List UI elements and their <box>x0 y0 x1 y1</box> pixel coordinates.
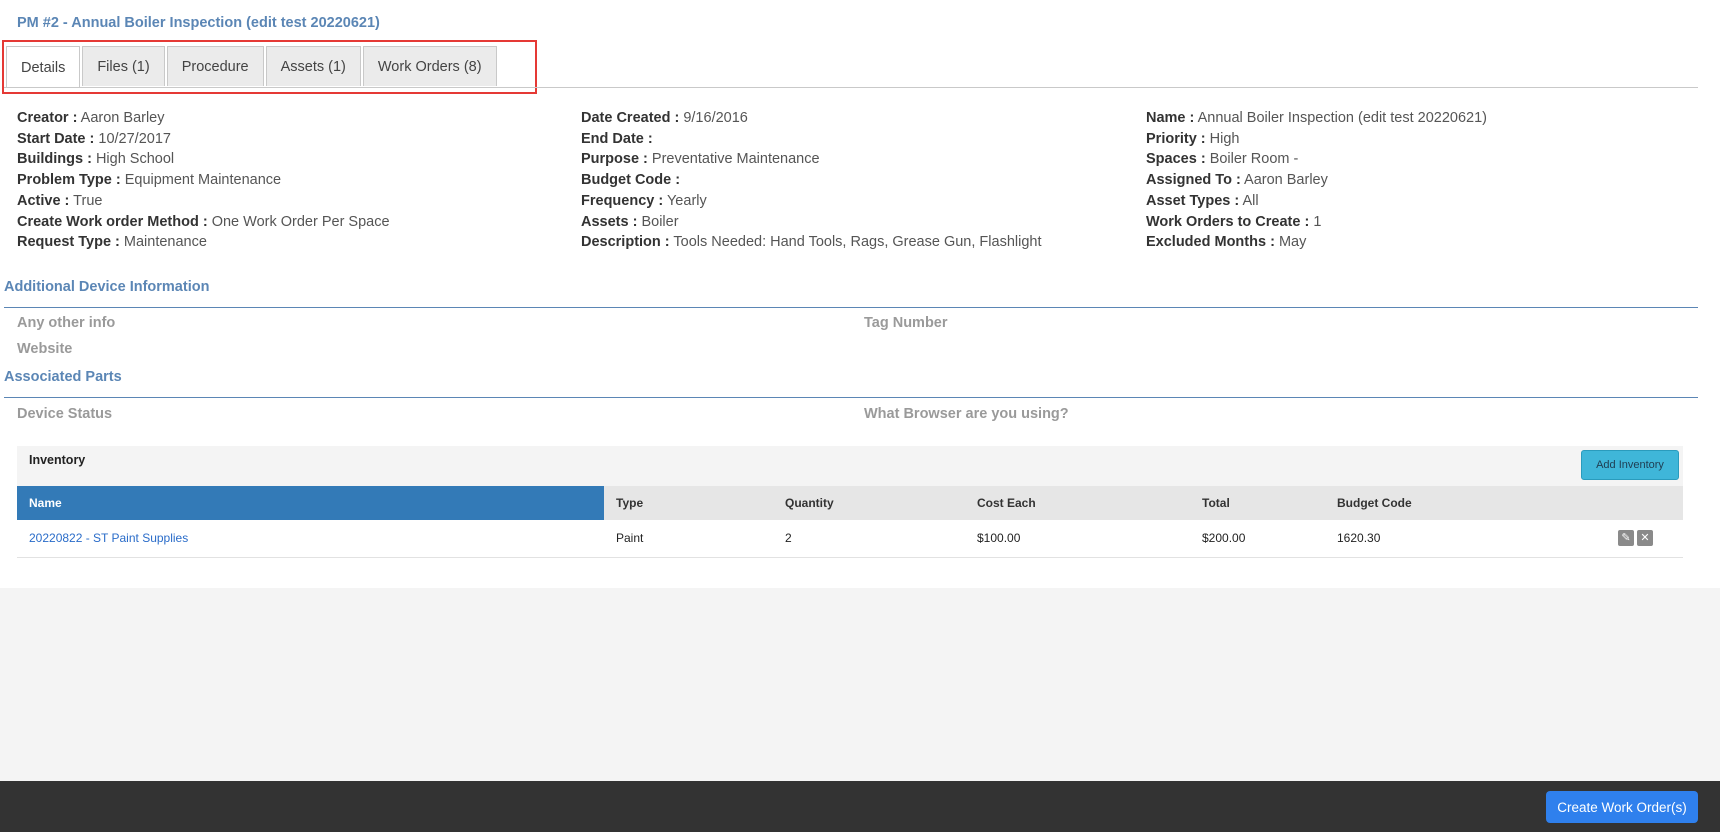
tab-assets[interactable]: Assets (1) <box>265 46 361 86</box>
tag-number-label: Tag Number <box>864 315 948 331</box>
details-column-1: Creator : Aaron Barley Start Date : 10/2… <box>17 108 390 253</box>
detail-start-date: Start Date : 10/27/2017 <box>17 130 171 147</box>
detail-priority: Priority : High <box>1146 130 1240 147</box>
detail-budget-code: Budget Code : <box>581 172 681 189</box>
inventory-title: Inventory <box>29 453 86 467</box>
pencil-icon[interactable]: ✎ <box>1618 530 1634 547</box>
column-header-quantity[interactable]: Quantity <box>773 486 965 520</box>
detail-end-date: End Date : <box>581 130 653 147</box>
detail-active: Active : True <box>17 192 103 209</box>
detail-date-created: Date Created : 9/16/2016 <box>581 110 748 126</box>
detail-assets: Assets : Boiler <box>581 213 679 230</box>
tab-details[interactable]: Details <box>6 46 81 88</box>
column-header-cost-each[interactable]: Cost Each <box>965 486 1190 520</box>
column-header-total[interactable]: Total <box>1190 486 1325 520</box>
inventory-table: Name Type Quantity Cost Each Total Budge… <box>17 486 1683 558</box>
tab-work-orders[interactable]: Work Orders (8) <box>362 46 497 86</box>
table-row: 20220822 - ST Paint Supplies Paint 2 $10… <box>17 520 1683 558</box>
detail-problem-type: Problem Type : Equipment Maintenance <box>17 172 282 189</box>
cell-cost-each: $100.00 <box>965 520 1190 558</box>
pm-detail-page: PM #2 - Annual Boiler Inspection (edit t… <box>0 0 1720 588</box>
tab-bar: Details Files (1) Procedure Assets (1) W… <box>6 46 499 88</box>
create-work-orders-button[interactable]: Create Work Order(s) <box>1546 791 1698 823</box>
detail-description: Description : Tools Needed: Hand Tools, … <box>581 234 1042 251</box>
associated-parts-heading: Associated Parts <box>4 369 122 385</box>
cell-actions: ✎ ✕ <box>1595 520 1683 558</box>
column-header-budget-code[interactable]: Budget Code <box>1325 486 1595 520</box>
additional-device-info-heading: Additional Device Information <box>4 279 210 295</box>
footer-bar: Create Work Order(s) <box>0 781 1720 832</box>
device-status-label: Device Status <box>17 406 113 422</box>
cell-name: 20220822 - ST Paint Supplies <box>17 520 604 558</box>
inventory-header-row: Name Type Quantity Cost Each Total Budge… <box>17 486 1683 520</box>
detail-name: Name : Annual Boiler Inspection (edit te… <box>1146 110 1487 126</box>
detail-assigned-to: Assigned To : Aaron Barley <box>1146 172 1328 189</box>
add-inventory-button[interactable]: Add Inventory <box>1581 450 1679 480</box>
cell-budget-code: 1620.30 <box>1325 520 1595 558</box>
page-title: PM #2 - Annual Boiler Inspection (edit t… <box>17 15 380 31</box>
cell-quantity: 2 <box>773 520 965 558</box>
detail-work-orders-to-create: Work Orders to Create : 1 <box>1146 213 1322 230</box>
detail-creator: Creator : Aaron Barley <box>17 110 165 126</box>
column-header-type[interactable]: Type <box>604 486 773 520</box>
browser-question-label: What Browser are you using? <box>864 406 1069 422</box>
close-icon[interactable]: ✕ <box>1637 530 1653 547</box>
detail-request-type: Request Type : Maintenance <box>17 234 207 251</box>
tabs-divider <box>4 87 1698 88</box>
any-other-info-label: Any other info <box>17 315 116 331</box>
cell-type: Paint <box>604 520 773 558</box>
detail-purpose: Purpose : Preventative Maintenance <box>581 151 820 168</box>
details-column-3: Name : Annual Boiler Inspection (edit te… <box>1146 108 1487 253</box>
detail-excluded-months: Excluded Months : May <box>1146 234 1307 251</box>
column-header-name[interactable]: Name <box>17 486 604 520</box>
detail-frequency: Frequency : Yearly <box>581 192 707 209</box>
detail-spaces: Spaces : Boiler Room - <box>1146 151 1299 168</box>
associated-parts-divider <box>4 397 1698 398</box>
inventory-panel: Inventory Add Inventory Name Type Quanti… <box>17 446 1683 558</box>
inventory-item-link[interactable]: 20220822 - ST Paint Supplies <box>29 531 188 545</box>
tab-procedure[interactable]: Procedure <box>166 46 264 86</box>
website-label: Website <box>17 341 73 357</box>
detail-create-method: Create Work order Method : One Work Orde… <box>17 213 390 230</box>
detail-asset-types: Asset Types : All <box>1146 192 1259 209</box>
cell-total: $200.00 <box>1190 520 1325 558</box>
additional-device-divider <box>4 307 1698 308</box>
inventory-header: Inventory Add Inventory <box>17 446 1683 486</box>
tab-files[interactable]: Files (1) <box>82 46 165 86</box>
details-column-2: Date Created : 9/16/2016 End Date : Purp… <box>581 108 1041 253</box>
column-header-actions <box>1595 486 1683 520</box>
detail-buildings: Buildings : High School <box>17 151 175 168</box>
